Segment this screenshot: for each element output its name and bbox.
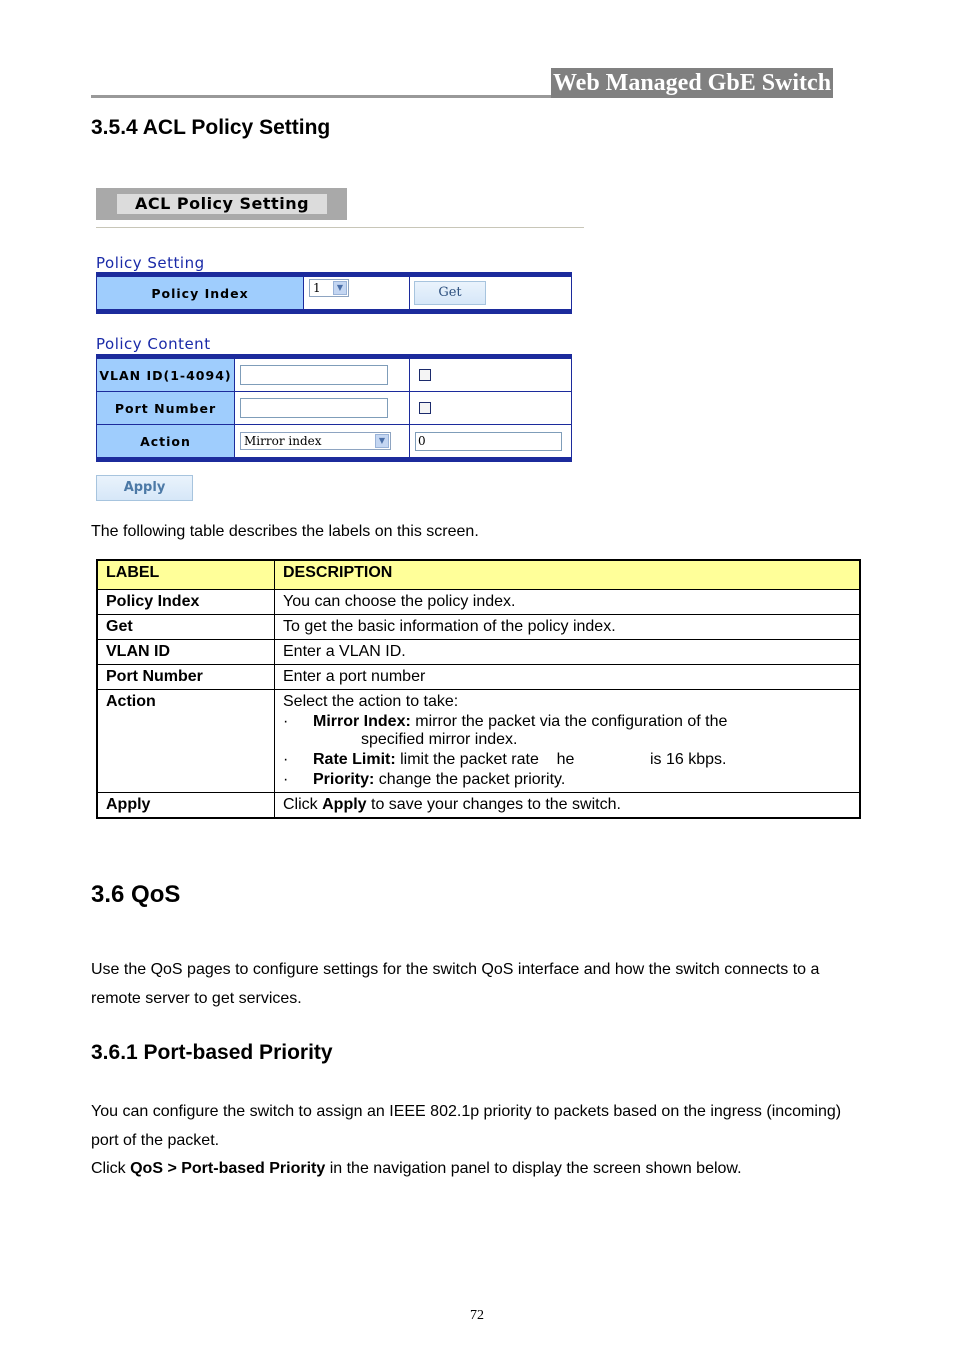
chevron-down-icon: ▼ bbox=[375, 433, 389, 448]
navigation-instruction: Click QoS > Port-based Priority in the n… bbox=[91, 1160, 742, 1177]
row-description: Enter a VLAN ID. bbox=[274, 639, 861, 665]
bullet-continuation: specified mirror index. bbox=[361, 731, 518, 748]
policy-setting-label: Policy Setting bbox=[96, 254, 205, 272]
header-description: DESCRIPTION bbox=[274, 559, 861, 590]
policy-setting-table: Policy Index 1 ▼ Get bbox=[96, 272, 572, 314]
table-row-apply: Apply Click Apply to save your changes t… bbox=[96, 792, 861, 819]
apply-button[interactable]: Apply bbox=[96, 475, 193, 501]
table-row: Policy Index You can choose the policy i… bbox=[96, 589, 861, 615]
row-label: Policy Index bbox=[96, 589, 275, 615]
port-number-input[interactable] bbox=[240, 398, 388, 418]
page-number: 72 bbox=[470, 1308, 484, 1323]
action-label: Action bbox=[96, 424, 235, 460]
action-parameter-input[interactable]: 0 bbox=[415, 431, 562, 451]
table-row-action: Action Select the action to take: · Mirro… bbox=[96, 689, 861, 793]
vlan-id-label: VLAN ID(1-4094) bbox=[96, 356, 235, 392]
row-label: Get bbox=[96, 614, 275, 640]
row-description: To get the basic information of the poli… bbox=[274, 614, 861, 640]
intro-text: The following table describes the labels… bbox=[91, 523, 479, 540]
table-row: Get To get the basic information of the … bbox=[96, 614, 861, 640]
row-description: Enter a port number bbox=[274, 664, 861, 690]
section-heading-qos: 3.6 QoS bbox=[91, 881, 181, 908]
port-number-checkbox[interactable] bbox=[419, 401, 431, 414]
row-description: Select the action to take: · Mirror Index… bbox=[274, 689, 861, 793]
header-rule bbox=[91, 95, 551, 98]
policy-content-table: VLAN ID(1-4094) Port Number Action Mirro… bbox=[96, 354, 572, 462]
bullet-icon: · bbox=[283, 771, 289, 788]
header-label: LABEL bbox=[96, 559, 275, 590]
policy-index-label: Policy Index bbox=[96, 274, 304, 312]
ui-title-bar: ACL Policy Setting bbox=[96, 188, 347, 220]
port-priority-description: You can configure the switch to assign a… bbox=[91, 1103, 842, 1149]
get-button[interactable]: Get bbox=[414, 281, 486, 305]
bullet-mirror-index: · Mirror Index: mirror the packet via the… bbox=[283, 713, 728, 730]
action-select[interactable]: Mirror index ▼ bbox=[240, 431, 391, 450]
section-heading-acl-policy: 3.5.4 ACL Policy Setting bbox=[91, 116, 331, 139]
bullet-rate-limit: · Rate Limit: limit the packet rate he is… bbox=[283, 751, 727, 768]
policy-index-select[interactable]: 1 ▼ bbox=[309, 278, 349, 297]
bullet-icon: · bbox=[283, 751, 289, 768]
row-description: Click Apply to save your changes to the … bbox=[274, 792, 861, 819]
port-number-label: Port Number bbox=[96, 391, 235, 425]
row-label: Apply bbox=[96, 792, 275, 819]
vlan-id-input[interactable] bbox=[240, 365, 388, 385]
description-table: LABEL DESCRIPTION Policy Index You can c… bbox=[96, 559, 861, 819]
header-title: Web Managed GbE Switch bbox=[551, 68, 834, 98]
row-label: Action bbox=[96, 689, 275, 793]
ui-title: ACL Policy Setting bbox=[117, 194, 327, 214]
bullet-icon: · bbox=[283, 713, 289, 730]
vlan-id-checkbox[interactable] bbox=[419, 368, 431, 381]
chevron-down-icon: ▼ bbox=[333, 280, 347, 295]
row-label: Port Number bbox=[96, 664, 275, 690]
row-description: You can choose the policy index. bbox=[274, 589, 861, 615]
table-row: VLAN ID Enter a VLAN ID. bbox=[96, 639, 861, 665]
table-row: Port Number Enter a port number bbox=[96, 664, 861, 690]
action-intro: Select the action to take: bbox=[283, 693, 459, 710]
row-label: VLAN ID bbox=[96, 639, 275, 665]
bullet-priority: · Priority: change the packet priority. bbox=[283, 771, 566, 788]
qos-description: Use the QoS pages to configure settings … bbox=[91, 961, 820, 1007]
section-heading-port-based-priority: 3.6.1 Port-based Priority bbox=[91, 1041, 333, 1064]
table-header-row: LABEL DESCRIPTION bbox=[96, 559, 861, 590]
policy-content-label: Policy Content bbox=[96, 335, 211, 353]
ui-separator bbox=[96, 227, 584, 228]
